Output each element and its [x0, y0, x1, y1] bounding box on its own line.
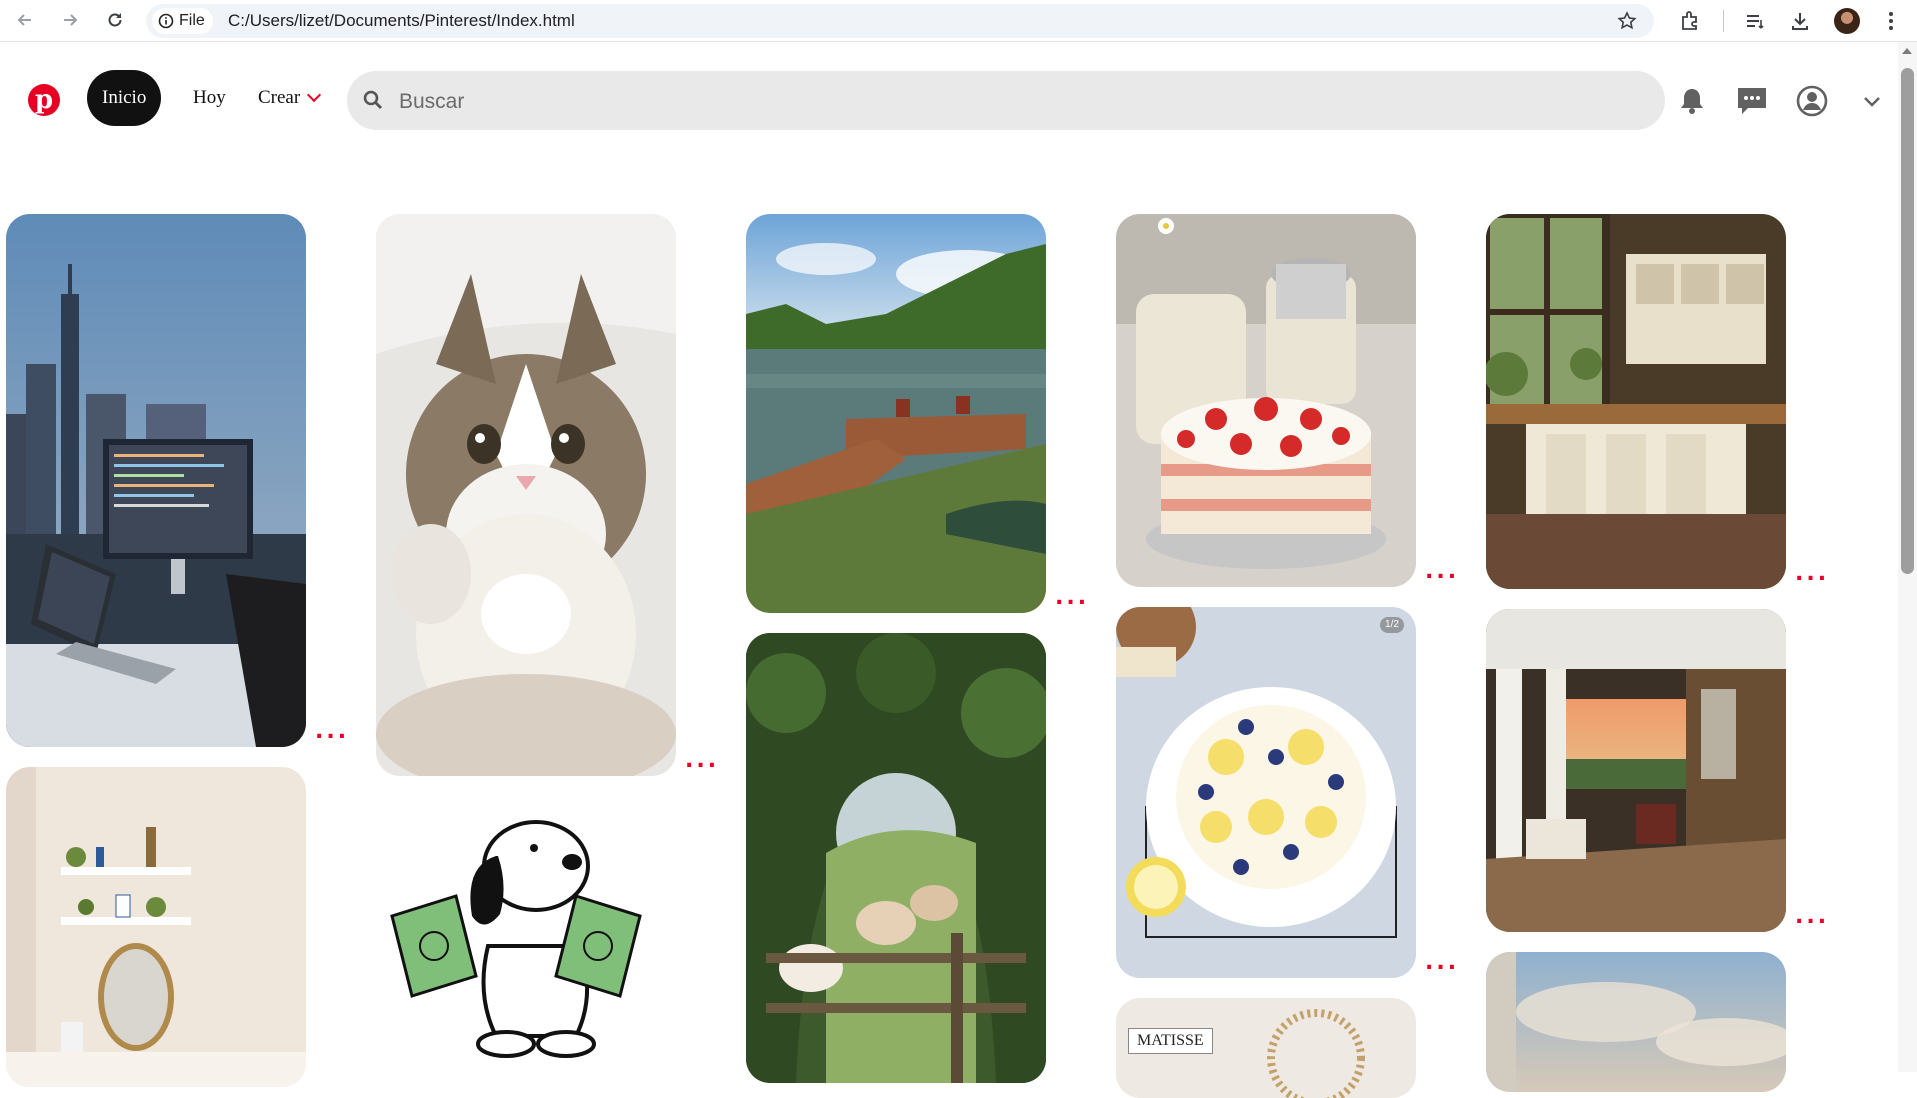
- pin-matisse-decor[interactable]: MATISSE: [1116, 998, 1416, 1098]
- nav-today-link[interactable]: Hoy: [178, 70, 241, 126]
- scroll-up-icon[interactable]: [1902, 48, 1912, 54]
- pin-cozy-kitchen-more-button[interactable]: ...: [1795, 563, 1829, 585]
- file-label: File: [179, 12, 205, 29]
- shelf-decor-image: [6, 767, 306, 1087]
- lake-dock-image: [746, 214, 1046, 613]
- reading-list-icon[interactable]: [1740, 6, 1770, 36]
- pinterest-logo[interactable]: p: [28, 84, 60, 116]
- pin-lake-dock-more-button[interactable]: ...: [1055, 587, 1089, 609]
- pin-strawberry-cake-more-button[interactable]: ...: [1425, 561, 1459, 583]
- search-icon: [361, 88, 387, 114]
- bookmark-star-icon[interactable]: [1612, 6, 1642, 36]
- pin-strawberry-cake[interactable]: [1116, 214, 1416, 587]
- cloudy-sky-image: [1486, 952, 1786, 1092]
- cows-archway-image: [746, 633, 1046, 1083]
- pin-lemon-blueberry-cake[interactable]: 1/2: [1116, 607, 1416, 978]
- nav-home-button[interactable]: Inicio: [87, 70, 162, 126]
- back-icon[interactable]: [10, 5, 40, 35]
- scroll-thumb[interactable]: [1901, 68, 1914, 574]
- kitten-image: [376, 214, 676, 776]
- pin-sunset-porch-more-button[interactable]: ...: [1795, 906, 1829, 928]
- info-icon: [158, 13, 174, 29]
- desk-setup-image: [6, 214, 306, 747]
- pin-kitten-more-button[interactable]: ...: [685, 750, 719, 772]
- browser-toolbar: File C:/Users/lizet/Documents/Pinterest/…: [0, 0, 1917, 42]
- lemon-blueberry-cake-image: [1116, 607, 1416, 978]
- pin-cloudy-sky[interactable]: [1486, 952, 1786, 1092]
- nav-create-dropdown[interactable]: Crear: [243, 70, 334, 126]
- menu-kebab-icon[interactable]: [1876, 6, 1906, 36]
- download-icon[interactable]: [1785, 6, 1815, 36]
- snoopy-image: [376, 796, 676, 1076]
- pin-lake-dock[interactable]: [746, 214, 1046, 613]
- page-scrollbar[interactable]: [1898, 42, 1917, 1072]
- sunset-porch-image: [1486, 609, 1786, 932]
- pin-desk-setup-more-button[interactable]: ...: [315, 721, 349, 743]
- url-text[interactable]: C:/Users/lizet/Documents/Pinterest/Index…: [228, 4, 575, 38]
- nav-create-label: Crear: [258, 87, 301, 108]
- account-icon[interactable]: [1795, 84, 1829, 118]
- pin-snoopy[interactable]: [376, 796, 676, 1076]
- messages-icon[interactable]: [1735, 84, 1769, 118]
- reload-icon[interactable]: [100, 5, 130, 35]
- pin-lemon-cake-more-button[interactable]: ...: [1425, 952, 1459, 974]
- pin-desk-setup[interactable]: [6, 214, 306, 747]
- image-count-badge: 1/2: [1380, 617, 1404, 633]
- search-bar[interactable]: [347, 71, 1665, 132]
- profile-avatar[interactable]: [1834, 8, 1860, 34]
- address-bar[interactable]: File C:/Users/lizet/Documents/Pinterest/…: [146, 4, 1654, 38]
- pin-cows-archway[interactable]: [746, 633, 1046, 1083]
- site-info-chip[interactable]: File: [152, 8, 213, 34]
- strawberry-cake-image: [1116, 214, 1416, 587]
- chevron-down-icon: [307, 87, 322, 103]
- pin-cozy-kitchen[interactable]: [1486, 214, 1786, 589]
- pin-shelf-decor[interactable]: [6, 767, 306, 1087]
- notifications-bell-icon[interactable]: [1675, 84, 1709, 118]
- pin-kitten[interactable]: [376, 214, 676, 776]
- pin-sunset-porch[interactable]: [1486, 609, 1786, 932]
- cozy-kitchen-image: [1486, 214, 1786, 589]
- forward-icon[interactable]: [55, 5, 85, 35]
- search-input[interactable]: [397, 71, 1641, 132]
- extensions-icon[interactable]: [1675, 6, 1705, 36]
- matisse-poster-text: MATISSE: [1128, 1028, 1213, 1054]
- toolbar-divider: [1723, 10, 1724, 32]
- account-menu-chevron-icon[interactable]: [1855, 84, 1889, 118]
